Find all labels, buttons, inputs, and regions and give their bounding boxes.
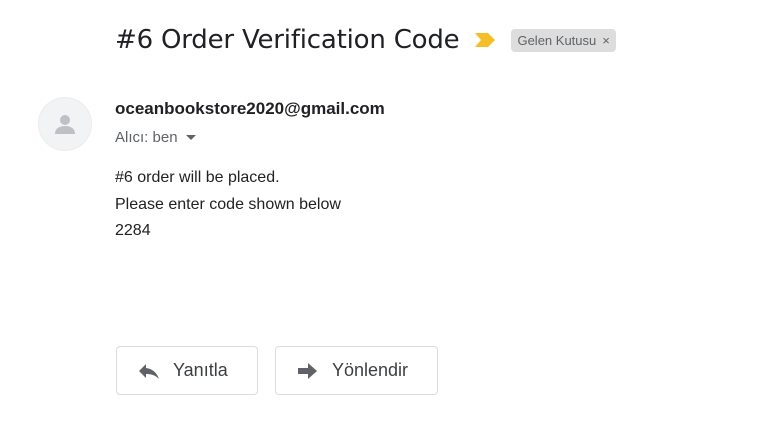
email-subject: #6 Order Verification Code <box>115 25 460 55</box>
email-view: #6 Order Verification Code Gelen Kutusu … <box>0 0 764 429</box>
forward-label: Yönlendir <box>332 360 409 380</box>
sender-email[interactable]: oceanbookstore2020@gmail.com <box>115 99 385 119</box>
recipient-row: Alıcı: ben <box>115 129 196 146</box>
body-line: Please enter code shown below <box>115 195 341 213</box>
reply-label: Yanıtla <box>173 360 228 380</box>
reply-button[interactable]: Yanıtla <box>116 346 258 395</box>
forward-arrow-icon <box>296 361 322 381</box>
forward-button[interactable]: Yönlendir <box>275 346 438 395</box>
body-line: #6 order will be placed. <box>115 169 280 186</box>
reply-arrow-icon <box>137 361 163 381</box>
sender-avatar <box>38 97 92 151</box>
label-chip-text: Gelen Kutusu <box>517 32 597 48</box>
subject-row: #6 Order Verification Code Gelen Kutusu … <box>115 20 616 60</box>
label-remove-icon[interactable]: × <box>602 33 610 48</box>
importance-marker-shape <box>475 33 496 47</box>
recipient-details-dropdown-icon[interactable] <box>185 135 196 140</box>
email-body: #6 order will be placed. Please enter co… <box>115 165 341 245</box>
verification-code: 2284 <box>115 222 151 239</box>
label-chip-inbox[interactable]: Gelen Kutusu × <box>511 28 616 52</box>
recipient-text: Alıcı: ben <box>115 129 178 146</box>
importance-marker-icon[interactable] <box>473 30 499 50</box>
reply-arrow-shape <box>139 363 159 379</box>
person-icon <box>55 115 75 134</box>
forward-arrow-shape <box>298 362 317 379</box>
